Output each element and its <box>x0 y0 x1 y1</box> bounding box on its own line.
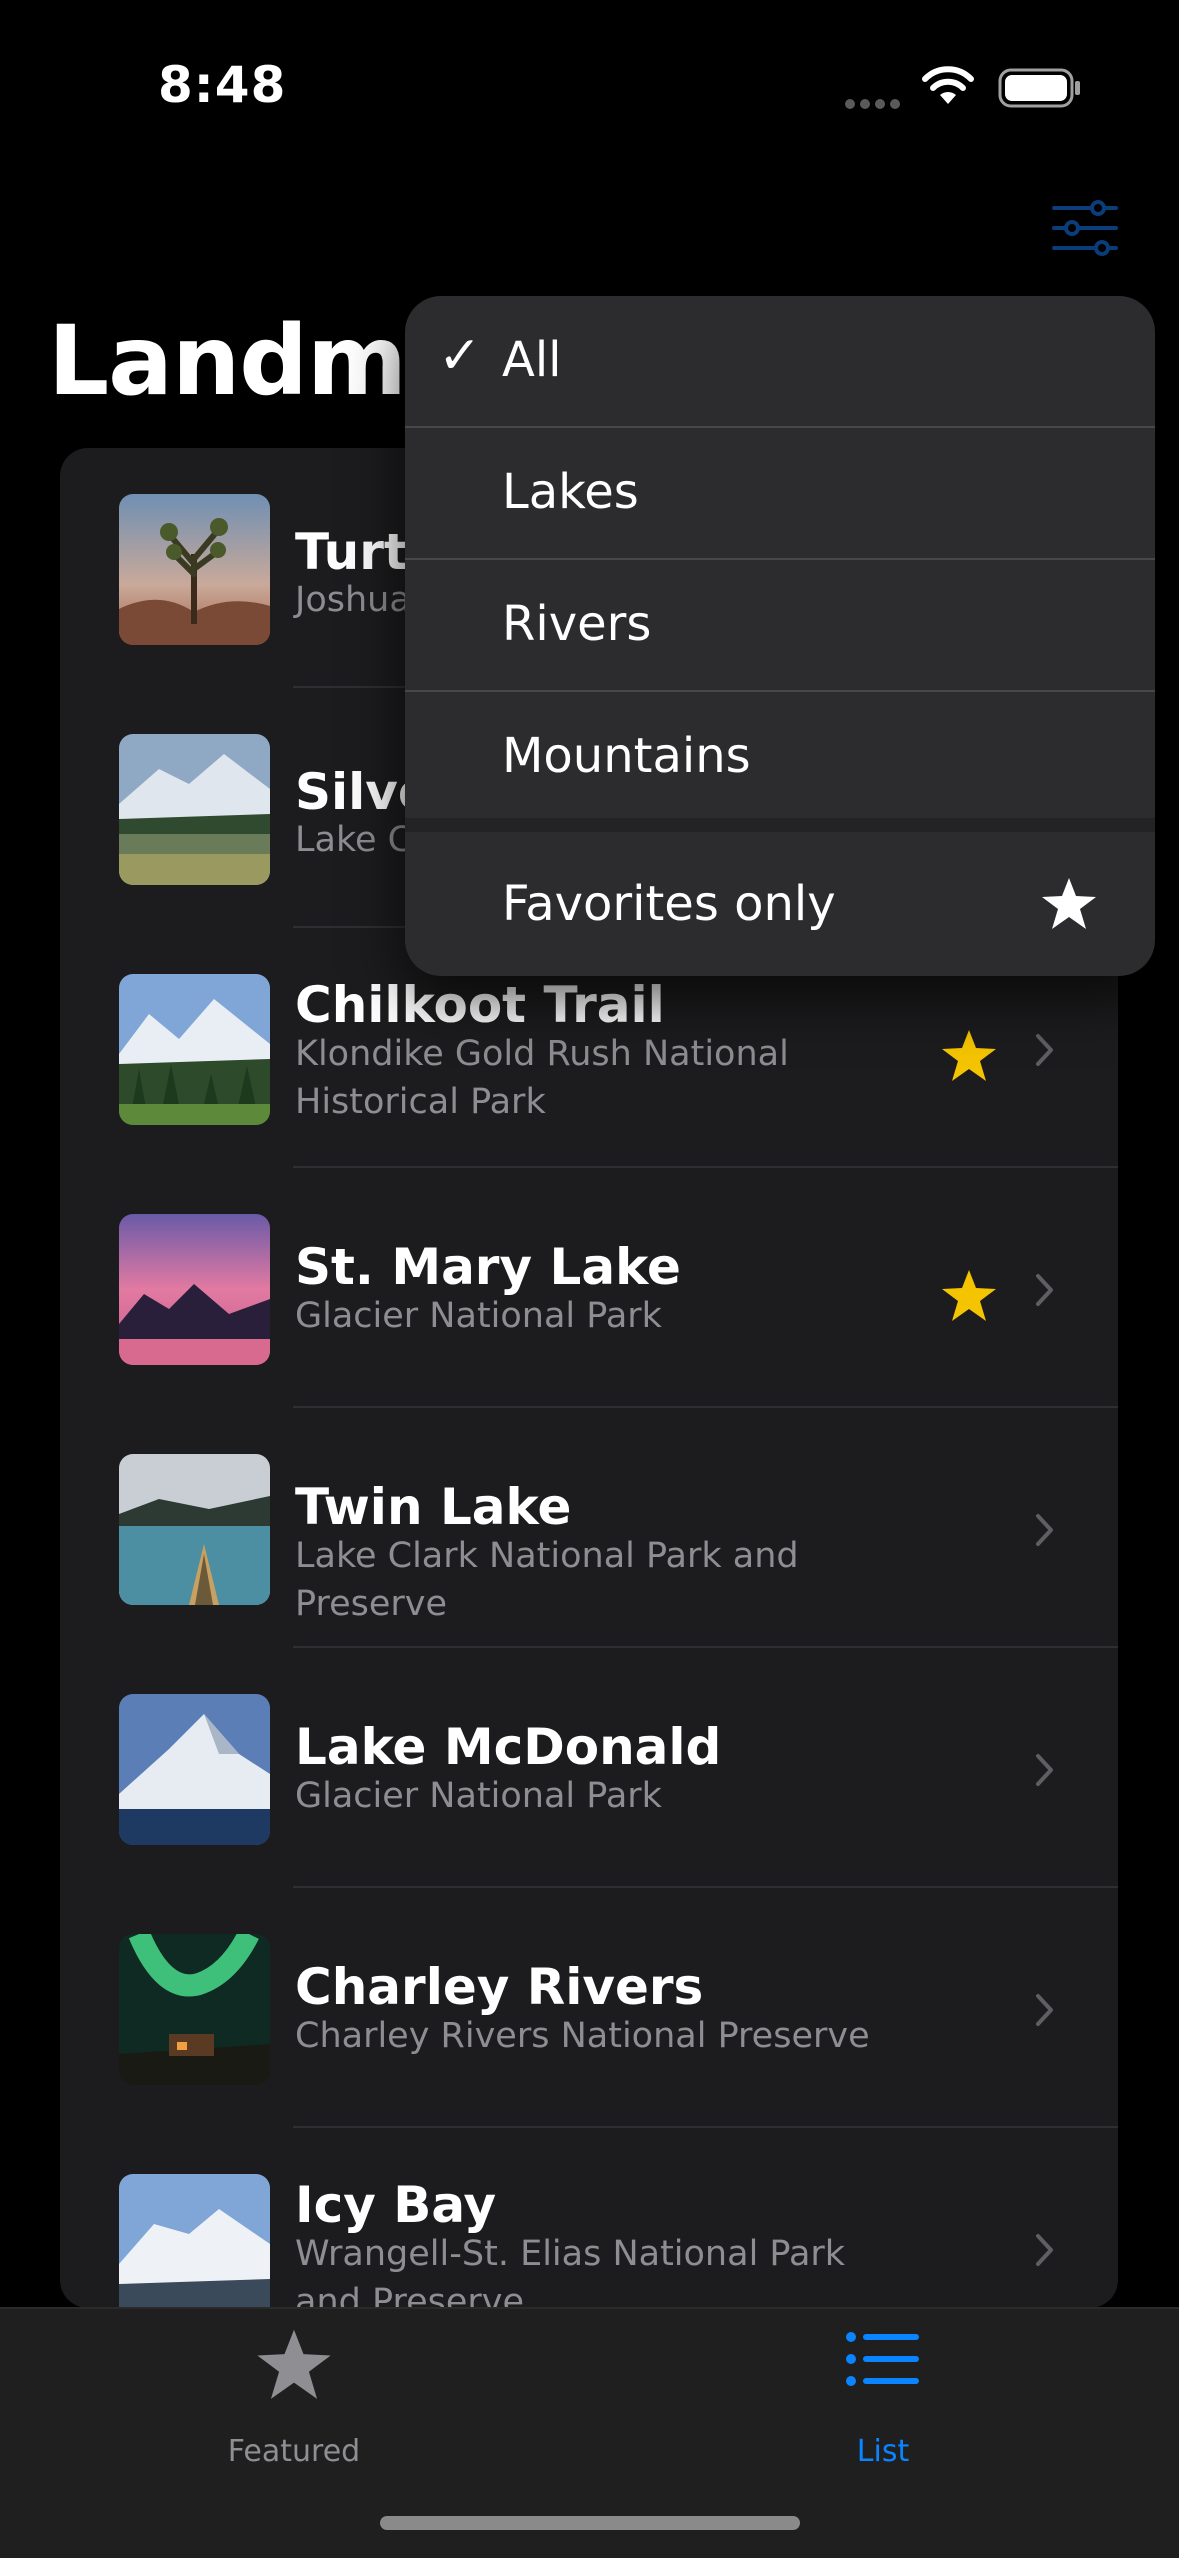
menu-item-label: Mountains <box>502 728 751 784</box>
menu-item-label: Rivers <box>502 596 652 652</box>
landmark-name: Chilkoot Trail <box>295 976 665 1034</box>
landmark-thumbnail <box>119 1934 270 2085</box>
landmark-row[interactable]: St. Mary Lake Glacier National Park <box>60 1168 1118 1408</box>
landmark-park: Charley Rivers National Preserve <box>295 2016 870 2056</box>
filter-menu: ✓ All Lakes Rivers Mountains Favorites o… <box>405 296 1155 976</box>
landmark-thumbnail <box>119 494 270 645</box>
landmark-thumbnail <box>119 974 270 1125</box>
favorite-star-icon <box>942 1270 996 1321</box>
landmark-park: Glacier National Park <box>295 1776 662 1816</box>
status-bar: 8:48 <box>0 0 1179 170</box>
landmark-park: Klondike Gold Rush National Historical P… <box>295 1034 789 1122</box>
menu-item-label: Lakes <box>502 464 639 520</box>
checkmark-icon: ✓ <box>438 326 482 386</box>
chevron-right-icon <box>1036 2234 1053 2266</box>
list-bullet-icon <box>846 2332 919 2386</box>
tab-label: List <box>856 2434 910 2469</box>
landmark-row[interactable]: Twin Lake Lake Clark National Park and P… <box>60 1408 1118 1648</box>
landmark-row[interactable]: Lake McDonald Glacier National Park <box>60 1648 1118 1888</box>
landmark-name: Lake McDonald <box>295 1718 722 1776</box>
status-time: 8:48 <box>158 56 287 114</box>
menu-section-gap <box>405 818 1155 832</box>
chevron-right-icon <box>1036 1274 1053 1306</box>
battery-icon <box>998 68 1080 108</box>
wifi-icon <box>922 66 974 104</box>
landmark-thumbnail <box>119 1454 270 1605</box>
landmark-name: Twin Lake <box>295 1478 572 1536</box>
favorites-only-toggle[interactable]: Favorites only <box>405 832 1155 976</box>
landmark-park: Lake Clark National Park and Preserve <box>295 1536 799 1624</box>
landmark-thumbnail <box>119 2174 270 2308</box>
menu-item-label: All <box>502 332 562 388</box>
landmark-park: Glacier National Park <box>295 1296 662 1336</box>
menu-item-rivers[interactable]: Rivers <box>405 560 1155 690</box>
landmark-name: St. Mary Lake <box>295 1238 681 1296</box>
home-indicator <box>380 2516 800 2530</box>
menu-item-all[interactable]: ✓ All <box>405 296 1155 426</box>
cellular-signal-icon <box>845 94 905 113</box>
landmark-row[interactable]: Charley Rivers Charley Rivers National P… <box>60 1888 1118 2128</box>
landmark-name: Icy Bay <box>295 2176 497 2234</box>
landmark-thumbnail <box>119 1694 270 1845</box>
slider-horizontal-icon <box>1052 200 1118 256</box>
menu-item-lakes[interactable]: Lakes <box>405 428 1155 558</box>
star-icon <box>257 2329 331 2399</box>
menu-item-mountains[interactable]: Mountains <box>405 692 1155 822</box>
tab-list[interactable]: List <box>683 2309 1083 2489</box>
favorite-star-icon <box>942 1030 996 1081</box>
favorites-only-label: Favorites only <box>502 876 836 932</box>
landmark-thumbnail <box>119 1214 270 1365</box>
tab-label: Featured <box>227 2434 361 2469</box>
chevron-right-icon <box>1036 1754 1053 1786</box>
chevron-right-icon <box>1036 1514 1053 1546</box>
landmark-thumbnail <box>119 734 270 885</box>
chevron-right-icon <box>1036 1034 1053 1066</box>
landmark-park: Wrangell-St. Elias National Park and Pre… <box>295 2234 846 2308</box>
filter-button[interactable] <box>1050 198 1130 258</box>
tab-featured[interactable]: Featured <box>94 2309 494 2489</box>
landmark-name: Charley Rivers <box>295 1958 704 2016</box>
chevron-right-icon <box>1036 1994 1053 2026</box>
star-fill-icon <box>1042 878 1096 929</box>
landmark-row[interactable]: Icy Bay Wrangell-St. Elias National Park… <box>60 2128 1118 2308</box>
